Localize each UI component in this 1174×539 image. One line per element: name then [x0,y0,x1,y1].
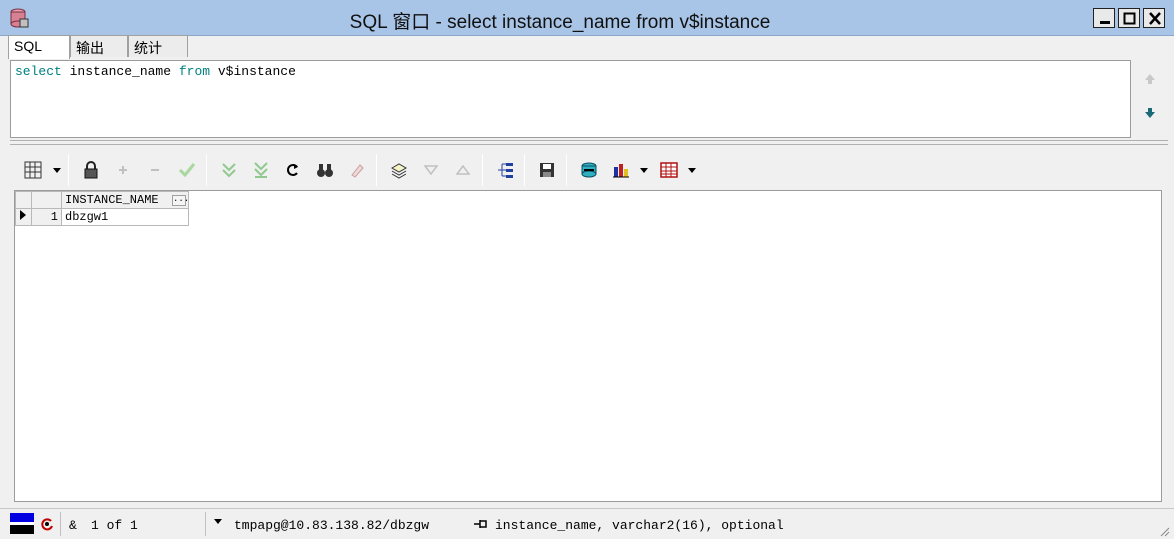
row-number: 1 [31,208,62,226]
fetch-all-icon [254,162,268,178]
corner-cell [15,191,32,209]
column-header[interactable]: INSTANCE_NAME ... [61,191,189,209]
header-row: INSTANCE_NAME ... [15,191,189,209]
export-icon [581,162,597,178]
database-icon[interactable] [8,7,30,29]
add-record-button[interactable] [108,152,138,188]
table-cell[interactable]: dbzgw1 [61,208,189,226]
title-bar: SQL 窗口 - select instance_name from v$ins… [0,0,1174,36]
status-amp: & [69,518,77,533]
spreadsheet-icon [660,162,678,178]
clear-button[interactable] [342,152,372,188]
save-button[interactable] [532,152,562,188]
next-record-button[interactable] [416,152,446,188]
status-bar: & 1 of 1 tmpapg@10.83.138.82/dbzgw insta… [0,508,1174,539]
column-header-label: INSTANCE_NAME [65,193,159,207]
minimize-icon [1100,21,1110,24]
save-icon [540,163,554,177]
sql-identifier: v$instance [210,64,296,79]
pin-icon [474,520,487,528]
show-tree-button[interactable] [490,152,520,188]
lock-icon [84,161,98,179]
tab-sql[interactable]: SQL [8,35,70,59]
minimize-button[interactable] [1093,8,1115,28]
grid-view-icon [24,161,42,179]
delete-record-icon [151,169,159,171]
sql-identifier: instance_name [61,64,179,79]
resize-grip-icon[interactable] [1158,525,1170,537]
result-grid[interactable]: INSTANCE_NAME ... 1 dbzgw1 [14,190,1162,502]
chart-icon [613,164,629,178]
connection-status-icon [10,513,34,534]
field-info: instance_name, varchar2(16), optional [495,518,784,533]
grid-view-button[interactable] [18,152,48,188]
add-record-icon [119,166,127,174]
fetch-next-icon [222,163,236,178]
delete-record-button[interactable] [140,152,170,188]
table-row[interactable]: 1 dbzgw1 [15,208,189,226]
sql-keyword: select [15,64,62,79]
spreadsheet-button[interactable] [654,152,684,188]
sql-editor[interactable]: select instance_name from v$instance [10,60,1131,138]
lock-button[interactable] [76,152,106,188]
result-table: INSTANCE_NAME ... 1 dbzgw1 [15,191,189,226]
corner-cell [31,191,62,209]
fetch-next-button[interactable] [214,152,244,188]
close-button[interactable] [1143,8,1165,28]
query-by-example-button[interactable] [384,152,414,188]
post-changes-button[interactable] [172,152,202,188]
next-record-icon [423,165,439,176]
editor-navigation [1133,60,1165,138]
post-changes-icon [178,163,196,178]
connection-dropdown[interactable] [214,519,222,524]
clear-icon [351,164,364,178]
grid-view-dropdown[interactable] [53,168,61,173]
find-icon [317,164,333,177]
refresh-button[interactable] [278,152,308,188]
auto-refresh-icon[interactable] [40,517,54,531]
chart-dropdown[interactable] [640,168,648,173]
query-by-example-icon [390,163,408,179]
find-button[interactable] [310,152,340,188]
column-menu-button[interactable]: ... [172,195,189,206]
refresh-icon [287,164,298,176]
previous-record-icon [455,164,471,175]
splitter[interactable] [10,140,1168,145]
maximize-button[interactable] [1118,8,1140,28]
maximize-icon [1123,12,1136,25]
window-title: SQL 窗口 - select instance_name from v$ins… [349,12,771,33]
show-tree-icon [498,163,513,178]
export-button[interactable] [574,152,604,188]
spreadsheet-dropdown[interactable] [688,168,696,173]
row-indicator [15,208,32,226]
previous-record-button[interactable] [448,152,478,188]
current-row-icon [20,210,26,220]
record-counter: 1 of 1 [91,518,138,533]
tab-statistics[interactable]: 统计 [128,35,188,57]
sql-keyword: from [178,64,211,79]
tab-output[interactable]: 输出 [70,35,128,57]
arrow-up-icon[interactable] [1143,72,1157,86]
grid-toolbar [14,152,1164,188]
connection-info[interactable]: tmpapg@10.83.138.82/dbzgw [234,518,429,533]
chart-button[interactable] [606,152,636,188]
close-icon [1149,12,1161,25]
arrow-down-icon[interactable] [1143,106,1157,120]
fetch-all-button[interactable] [246,152,276,188]
